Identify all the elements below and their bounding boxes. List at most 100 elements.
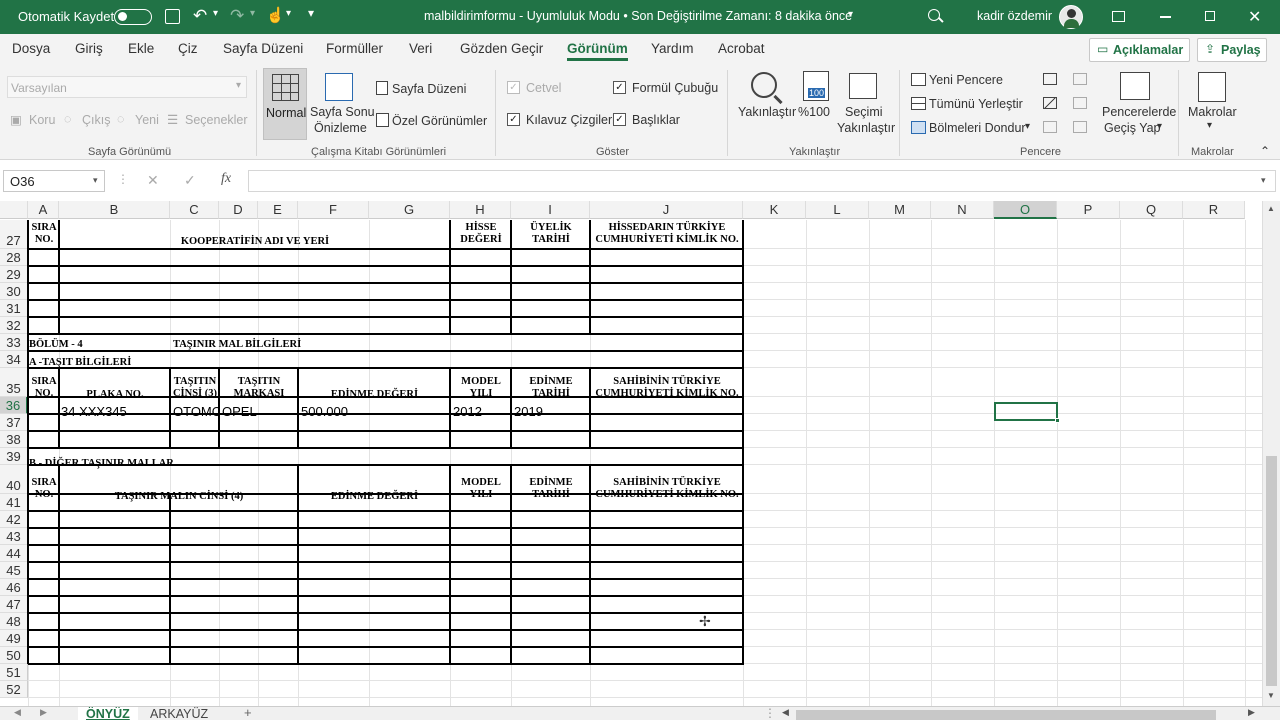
formula-bar-checkbox[interactable]: ✓: [613, 81, 626, 94]
select-all-corner[interactable]: [0, 201, 28, 219]
cell-deger[interactable]: 500.000: [301, 404, 449, 419]
minimize-icon[interactable]: [1160, 16, 1171, 18]
tab-ekle[interactable]: Ekle: [128, 41, 154, 56]
row-header-45[interactable]: 45: [0, 562, 28, 579]
custom-views-icon[interactable]: [376, 113, 389, 127]
column-header-o[interactable]: O: [994, 201, 1057, 219]
tab-gorunum[interactable]: Görünüm: [567, 41, 628, 61]
close-icon[interactable]: ✕: [1248, 7, 1261, 27]
comments-button[interactable]: ▭ Açıklamalar: [1089, 38, 1190, 62]
new-window-icon[interactable]: [911, 73, 926, 86]
scroll-down-icon[interactable]: ▼: [1267, 691, 1275, 700]
headings-label[interactable]: Başlıklar: [632, 113, 680, 127]
column-header-g[interactable]: G: [369, 201, 450, 219]
cell-cinsi[interactable]: OTOMOBİL: [173, 404, 219, 419]
cell-plaka[interactable]: 34 XXX345: [61, 404, 169, 419]
tab-sayfa-duzeni[interactable]: Sayfa Düzeni: [223, 41, 303, 56]
split-icon[interactable]: [1043, 73, 1057, 85]
row-header-27[interactable]: 27: [0, 220, 28, 249]
zoom-selection-icon[interactable]: [849, 73, 877, 99]
row-header-50[interactable]: 50: [0, 647, 28, 664]
column-header-h[interactable]: H: [450, 201, 511, 219]
zoom-selection-label-1[interactable]: Seçimi: [845, 105, 883, 119]
scroll-tabs-left-icon[interactable]: ◀: [14, 707, 21, 718]
add-sheet-icon[interactable]: +: [244, 707, 252, 720]
search-icon[interactable]: [928, 9, 940, 21]
column-header-j[interactable]: J: [590, 201, 743, 219]
row-header-49[interactable]: 49: [0, 630, 28, 647]
cell-tarih[interactable]: 2019: [514, 404, 589, 419]
gridlines-label[interactable]: Kılavuz Çizgileri: [526, 113, 615, 127]
hide-icon[interactable]: [1043, 97, 1057, 109]
row-header-51[interactable]: 51: [0, 664, 28, 681]
macros-icon[interactable]: [1198, 72, 1226, 102]
row-header-48[interactable]: 48: [0, 613, 28, 630]
row-header-38[interactable]: 38: [0, 431, 28, 448]
column-header-k[interactable]: K: [743, 201, 806, 219]
customize-qat-icon[interactable]: ▾: [308, 6, 314, 20]
column-header-n[interactable]: N: [931, 201, 994, 219]
worksheet-grid[interactable]: ABCDEFGHIJKLMNOPQR 27 28 29 30 31 32 33 34 35 36 3…: [0, 201, 1262, 706]
expand-formula-bar-icon[interactable]: ▾: [1261, 175, 1266, 186]
macros-dropdown-icon[interactable]: ▾: [1207, 120, 1212, 131]
column-header-b[interactable]: B: [59, 201, 170, 219]
column-header-e[interactable]: E: [258, 201, 298, 219]
sheet-tab-onyuz[interactable]: ÖNYÜZ: [78, 707, 138, 720]
row-header-39[interactable]: 39: [0, 448, 28, 465]
freeze-dropdown-icon[interactable]: ▾: [1025, 121, 1030, 132]
touch-dropdown-icon[interactable]: ▾: [286, 8, 291, 19]
row-header-33[interactable]: 33: [0, 334, 28, 351]
touch-mode-icon[interactable]: ☝: [266, 6, 285, 24]
column-header-d[interactable]: D: [219, 201, 258, 219]
tab-gozden-gecir[interactable]: Gözden Geçir: [460, 41, 543, 56]
custom-views-button[interactable]: Özel Görünümler: [392, 114, 487, 128]
row-header-36[interactable]: 36: [0, 397, 28, 414]
collapse-ribbon-icon[interactable]: ⌃: [1260, 144, 1270, 158]
row-header-47[interactable]: 47: [0, 596, 28, 613]
tab-formuller[interactable]: Formüller: [326, 41, 383, 56]
page-break-preview-icon[interactable]: [325, 73, 353, 101]
zoom-button[interactable]: Yakınlaştır: [738, 105, 796, 119]
column-header-m[interactable]: M: [869, 201, 931, 219]
horizontal-scroll-thumb[interactable]: [796, 710, 1216, 720]
document-title[interactable]: malbildirimformu - Uyumluluk Modu • Son …: [424, 9, 852, 23]
column-header-f[interactable]: F: [298, 201, 369, 219]
column-header-c[interactable]: C: [170, 201, 219, 219]
headings-checkbox[interactable]: ✓: [613, 113, 626, 126]
row-header-37[interactable]: 37: [0, 414, 28, 431]
page-layout-button[interactable]: Sayfa Düzeni: [392, 82, 466, 96]
page-layout-icon[interactable]: [376, 81, 388, 95]
row-header-31[interactable]: 31: [0, 300, 28, 317]
scroll-thumb[interactable]: [1266, 456, 1277, 686]
name-box[interactable]: O36 ▾: [3, 170, 105, 192]
switch-windows-icon[interactable]: [1120, 72, 1150, 100]
column-header-i[interactable]: I: [511, 201, 590, 219]
tab-veri[interactable]: Veri: [409, 41, 432, 56]
hscroll-left-icon[interactable]: ◀: [782, 707, 789, 718]
insert-function-icon[interactable]: fx: [221, 171, 231, 187]
switch-windows-label-2[interactable]: Geçiş Yap: [1104, 121, 1161, 135]
row-header-35[interactable]: 35: [0, 368, 28, 397]
normal-view-button[interactable]: Normal: [263, 68, 307, 140]
name-box-dropdown-icon[interactable]: ▾: [93, 175, 98, 186]
zoom-100-icon[interactable]: 100: [803, 71, 829, 101]
tab-dosya[interactable]: Dosya: [12, 41, 50, 56]
row-header-40[interactable]: 40: [0, 465, 28, 494]
row-header-43[interactable]: 43: [0, 528, 28, 545]
row-header-34[interactable]: 34: [0, 351, 28, 368]
freeze-panes-button[interactable]: Bölmeleri Dondur: [929, 121, 1026, 135]
cell-model[interactable]: 2012: [453, 404, 510, 419]
row-header-52[interactable]: 52: [0, 681, 28, 698]
tab-giris[interactable]: Giriş: [75, 41, 103, 56]
formula-bar-label[interactable]: Formül Çubuğu: [632, 81, 718, 95]
undo-icon[interactable]: ↶: [193, 6, 207, 26]
title-dropdown-icon[interactable]: ▾: [848, 9, 853, 20]
user-name[interactable]: kadir özdemir: [977, 9, 1052, 23]
save-icon[interactable]: [165, 9, 180, 24]
tab-split-icon[interactable]: ⋮: [764, 707, 776, 720]
avatar[interactable]: [1059, 5, 1083, 29]
sheet-tab-arkayuz[interactable]: ARKAYÜZ: [142, 707, 216, 720]
restore-icon[interactable]: [1205, 11, 1215, 21]
new-window-button[interactable]: Yeni Pencere: [929, 73, 1003, 87]
row-header-46[interactable]: 46: [0, 579, 28, 596]
